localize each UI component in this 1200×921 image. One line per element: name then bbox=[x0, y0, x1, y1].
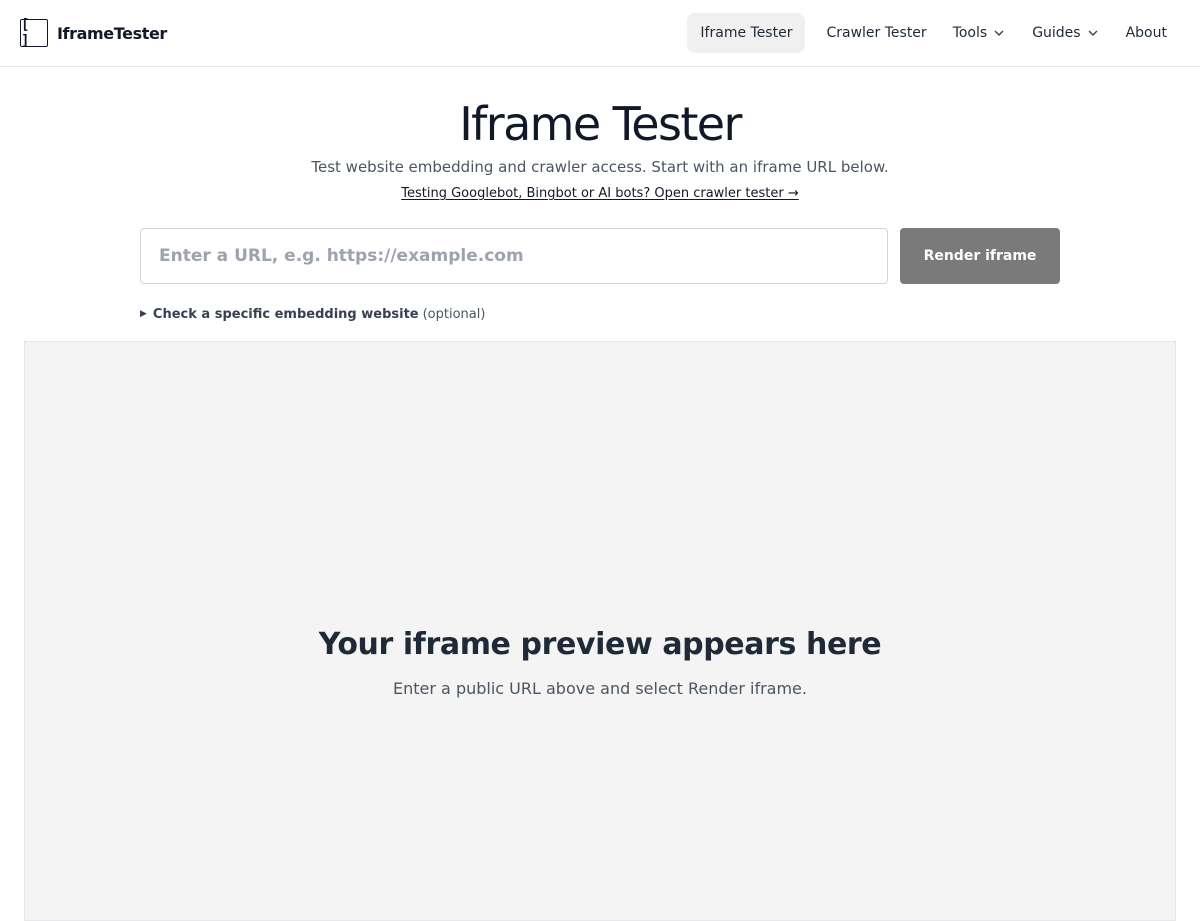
embedding-toggle-label: Check a specific embedding website bbox=[152, 306, 419, 322]
disclosure-triangle-icon: ▶ bbox=[140, 309, 147, 319]
nav-item-guides[interactable]: Guides bbox=[1019, 13, 1112, 53]
crawler-link-row: Testing Googlebot, Bingbot or AI bots? O… bbox=[0, 185, 1200, 203]
page-subtitle: Test website embedding and crawler acces… bbox=[311, 158, 889, 176]
crawler-tester-link[interactable]: Testing Googlebot, Bingbot or AI bots? O… bbox=[401, 186, 798, 201]
nav-item-about[interactable]: About bbox=[1113, 13, 1180, 53]
brand-mark-icon: [ ] bbox=[20, 17, 48, 49]
nav-item-label: Iframe Tester bbox=[700, 25, 793, 41]
nav-item-label: Crawler Tester bbox=[826, 25, 927, 41]
brand-name: IframeTester bbox=[57, 23, 167, 43]
embedding-toggle-optional: (optional) bbox=[422, 306, 486, 322]
render-iframe-button[interactable]: Render iframe bbox=[900, 228, 1060, 284]
main-nav: Iframe Tester Crawler Tester Tools Guide… bbox=[687, 13, 1180, 53]
nav-item-label: Tools bbox=[952, 25, 988, 41]
site-header: [ ] IframeTester Iframe Tester Crawler T… bbox=[0, 0, 1200, 67]
nav-item-iframe-tester[interactable]: Iframe Tester bbox=[687, 13, 806, 53]
nav-item-label: About bbox=[1125, 25, 1167, 41]
nav-item-crawler-tester[interactable]: Crawler Tester bbox=[813, 13, 939, 53]
url-input[interactable] bbox=[140, 228, 888, 284]
nav-item-label: Guides bbox=[1032, 25, 1081, 41]
preview-title: Your iframe preview appears here bbox=[318, 627, 882, 662]
iframe-preview-area: Your iframe preview appears here Enter a… bbox=[24, 341, 1176, 921]
embedding-website-toggle[interactable]: ▶ Check a specific embedding website (op… bbox=[140, 305, 485, 323]
nav-item-tools[interactable]: Tools bbox=[940, 13, 1020, 53]
brand-logo-link[interactable]: [ ] IframeTester bbox=[20, 17, 167, 49]
chevron-down-icon bbox=[1088, 30, 1098, 36]
chevron-down-icon bbox=[994, 30, 1004, 36]
preview-text: Enter a public URL above and select Rend… bbox=[393, 679, 807, 698]
page-title: Iframe Tester bbox=[459, 97, 742, 151]
